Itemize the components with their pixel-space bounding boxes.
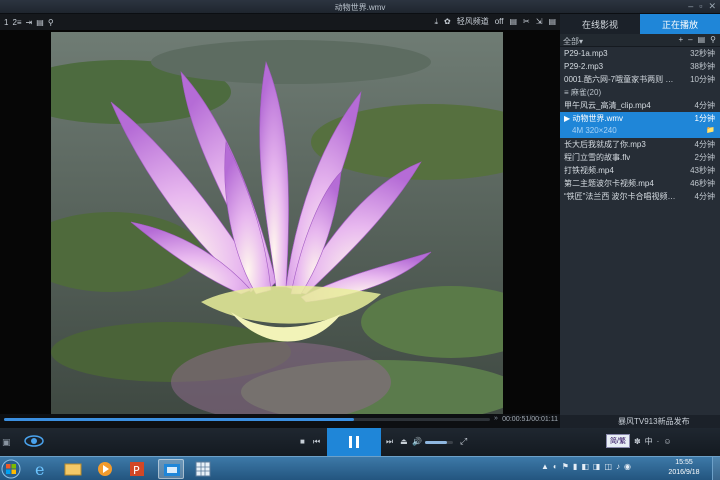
powerpoint-icon[interactable]: P: [124, 459, 150, 479]
seek-track[interactable]: [4, 418, 490, 421]
ime-punctuation-icon[interactable]: ·: [657, 437, 660, 446]
playlist-sidebar: 在线影视 正在播放 全部▾ + – ▤ ⚲ P29-1a.mp3 32秒钟 P2…: [560, 14, 720, 428]
playlist-group[interactable]: ≡ 麻雀(20): [560, 86, 720, 99]
toolbox-icon[interactable]: ▣: [2, 437, 11, 448]
volume-icon[interactable]: 🔊: [412, 437, 422, 446]
list-item[interactable]: 第二主题波尔卡视频.mp4 46秒钟: [560, 177, 720, 190]
forward-arrows-icon[interactable]: »: [494, 415, 498, 422]
tray-battery-icon[interactable]: ▮: [573, 462, 577, 471]
show-desktop-button[interactable]: [712, 457, 720, 480]
title-bar: 动物世界.wmv – ▫ ✕: [0, 0, 720, 14]
video-picture: [51, 32, 503, 436]
playback-time: 00:00:51/00:01:11: [502, 416, 558, 423]
panel-icon[interactable]: ▤: [36, 18, 44, 27]
ime-emoji-icon[interactable]: ☺: [663, 437, 671, 446]
maximize-icon[interactable]: ▫: [699, 1, 702, 12]
window-mode-icon[interactable]: ⇲: [536, 17, 543, 26]
pause-button[interactable]: [327, 428, 381, 456]
list-item[interactable]: 0001.酷六网-7哦童家书两则 范… 10分钟: [560, 73, 720, 86]
media-player-icon[interactable]: [92, 459, 118, 479]
playlist-mode-icon[interactable]: 2≡: [12, 18, 21, 27]
tray-app-icon[interactable]: ◧: [581, 462, 589, 471]
promo-banner[interactable]: 暴风TV913新品发布: [560, 415, 720, 428]
breeze-channel-label[interactable]: 轻风频道: [457, 16, 489, 27]
ime-chinese-mode[interactable]: 中: [645, 436, 653, 447]
baofeng-player-icon[interactable]: [158, 459, 184, 479]
add-icon[interactable]: +: [678, 35, 683, 44]
window-controls: – ▫ ✕: [688, 1, 716, 12]
open-file-button[interactable]: ⏏: [400, 437, 408, 446]
video-area[interactable]: [0, 30, 560, 436]
close-icon[interactable]: ✕: [708, 1, 716, 12]
stop-button[interactable]: ■: [300, 437, 305, 446]
list-item[interactable]: 甲午风云_高清_clip.mp4 4分钟: [560, 99, 720, 112]
system-tray: ▲ ◐ ⚑ ▮ ◧ ◨ ◫ ♪ ◉: [541, 462, 631, 471]
screenshot-icon[interactable]: ✂: [523, 17, 530, 26]
pause-icon: [349, 436, 359, 448]
tray-network-icon[interactable]: ◫: [604, 462, 612, 471]
clock-time: 15:55: [675, 459, 693, 466]
tray-arrow-icon[interactable]: ▲: [541, 462, 549, 471]
share-icon[interactable]: ⇥: [26, 18, 33, 27]
svg-text:P: P: [133, 464, 140, 477]
list-view-icon[interactable]: ▤: [698, 35, 706, 44]
tab-online-video[interactable]: 在线影视: [560, 14, 640, 34]
playlist-search-icon[interactable]: ⚲: [710, 35, 716, 44]
playlist-filter-dropdown[interactable]: 全部▾: [563, 36, 583, 47]
control-bar: ▣ ■ ⏮ ⏭ ⏏ 🔊 ⤢ 简/繁 ✽ 中 · ☺: [0, 428, 720, 456]
volume-level-fill: [425, 441, 448, 444]
next-button[interactable]: ⏭: [386, 437, 393, 447]
download-icon[interactable]: ⤓: [434, 17, 438, 27]
spreadsheet-icon[interactable]: [190, 459, 216, 479]
list-item[interactable]: 打铁视频.mp4 43秒钟: [560, 164, 720, 177]
sidebar-tabs: 在线影视 正在播放: [560, 14, 720, 34]
list-item[interactable]: 长大后我就成了你.mp3 4分钟: [560, 138, 720, 151]
tray-app-icon[interactable]: ◐: [553, 462, 558, 471]
seek-bar[interactable]: » 00:00:51/00:01:11: [0, 414, 560, 428]
tray-app-icon[interactable]: ◨: [593, 462, 601, 471]
window-title: 动物世界.wmv: [334, 3, 386, 12]
playlist: P29-1a.mp3 32秒钟 P29-2.mp3 38秒钟 0001.酷六网-…: [560, 47, 720, 203]
tray-app-icon[interactable]: ◉: [624, 462, 631, 471]
list-mode-icon[interactable]: 1: [4, 18, 8, 27]
tray-volume-icon[interactable]: ♪: [616, 462, 620, 471]
minimize-icon[interactable]: –: [688, 1, 693, 12]
ime-toolbar: 简/繁 ✽ 中 · ☺: [606, 434, 672, 448]
previous-button[interactable]: ⏮: [313, 437, 320, 447]
list-item[interactable]: P29-1a.mp3 32秒钟: [560, 47, 720, 60]
search-icon[interactable]: ⚲: [48, 18, 54, 27]
tab-now-playing[interactable]: 正在播放: [640, 14, 720, 34]
player-toolbar: 1 2≡ ⇥ ▤ ⚲ ⤓ ✿ 轻风频道 off ▤ ✂ ⇲ ▤: [0, 14, 560, 30]
selected-list-item[interactable]: ▶ 动物世界.wmv 1分钟 4M 320×240 📁: [560, 112, 720, 138]
list-item[interactable]: 程门立雪的故事.flv 2分钟: [560, 151, 720, 164]
windows-taskbar: e P ▲ ◐ ⚑ ▮ ◧ ◨ ◫ ♪ ◉ 15:55 2016/9/18: [0, 456, 720, 480]
fullscreen-button[interactable]: ⤢: [460, 436, 467, 447]
open-folder-icon[interactable]: 📁: [706, 126, 715, 134]
windows-start-icon[interactable]: [0, 459, 22, 479]
list-item[interactable]: P29-2.mp3 38秒钟: [560, 60, 720, 73]
file-explorer-icon[interactable]: [60, 459, 86, 479]
playlist-header: 全部▾ + – ▤ ⚲: [560, 34, 720, 47]
list-item[interactable]: “铁匠”法兰西 波尔卡合唱视频… 4分钟: [560, 190, 720, 203]
eye-icon[interactable]: [24, 434, 44, 448]
remove-icon[interactable]: –: [688, 35, 692, 44]
ie-browser-icon[interactable]: e: [28, 459, 54, 479]
volume-slider[interactable]: [425, 441, 453, 444]
ime-switch-button[interactable]: 简/繁: [606, 434, 630, 448]
video-frame-lotus: [51, 32, 503, 436]
seek-progress-fill: [4, 418, 354, 421]
menu-icon[interactable]: ▤: [548, 17, 556, 26]
ime-paw-icon[interactable]: ✽: [634, 437, 641, 446]
system-clock[interactable]: 15:55 2016/9/18: [664, 458, 704, 478]
subtitle-icon[interactable]: ▤: [509, 17, 517, 26]
breeze-channel-toggle[interactable]: off: [495, 17, 504, 26]
tray-flag-icon[interactable]: ⚑: [562, 462, 569, 471]
svg-text:e: e: [35, 460, 44, 479]
breeze-channel-leaf-icon: ✿: [444, 17, 451, 26]
clock-date: 2016/9/18: [668, 469, 700, 476]
